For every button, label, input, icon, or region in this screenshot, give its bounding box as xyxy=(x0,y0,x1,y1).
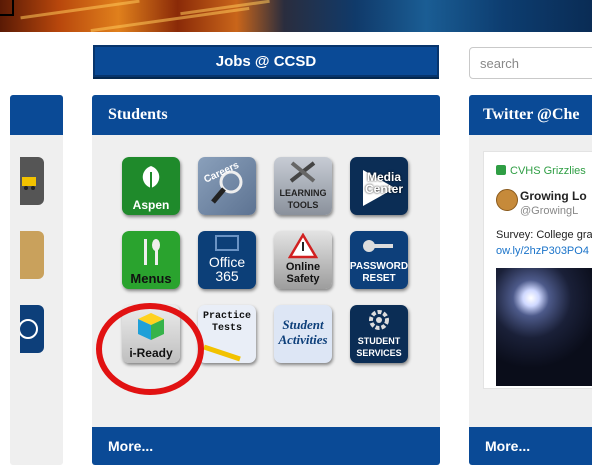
password-reset-tile[interactable]: PASSWORD RESET xyxy=(350,231,408,289)
online-safety-tile[interactable]: Online Safety xyxy=(274,231,332,289)
student-activities-tile[interactable]: Student Activities xyxy=(274,305,332,363)
twitter-panel-title: Twitter @Che xyxy=(469,95,592,135)
menus-label: Menus xyxy=(130,271,172,286)
gear-icon xyxy=(350,305,408,335)
student-services-tile[interactable]: STUDENT SERVICES xyxy=(350,305,408,363)
learning-tools-label: LEARNING TOOLS xyxy=(279,188,327,210)
avatar xyxy=(496,189,518,211)
twitter-panel: Twitter @Che CVHS Grizzlies Growing Lo @… xyxy=(469,95,592,465)
student-activities-label: Student Activities xyxy=(278,317,328,347)
jobs-ccsd-button[interactable]: Jobs @ CCSD xyxy=(93,45,439,77)
tweet-image[interactable] xyxy=(496,268,592,386)
careers-tile[interactable]: Careers xyxy=(198,157,256,215)
highlight-circle xyxy=(96,303,204,395)
header-banner-image xyxy=(0,0,592,32)
tweet-user-name[interactable]: Growing Lo xyxy=(520,189,587,203)
student-services-label: STUDENT SERVICES xyxy=(356,336,402,358)
office-365-label: Office 365 xyxy=(208,254,246,284)
tweet-link[interactable]: ow.ly/2hzP303PO4 xyxy=(496,245,589,257)
retweet-icon xyxy=(496,165,506,175)
left-panel-header xyxy=(10,95,63,135)
students-panel-title: Students xyxy=(92,95,440,135)
aspen-label: Aspen xyxy=(132,198,170,212)
office-365-tile[interactable]: Office 365 xyxy=(198,231,256,289)
key-icon xyxy=(350,231,408,261)
practice-tests-label: Practice Tests xyxy=(202,311,251,334)
aspen-leaf-icon xyxy=(122,157,180,199)
bus-tile[interactable] xyxy=(20,157,44,205)
handbook-tile[interactable] xyxy=(20,231,44,279)
improvement-plans-tile[interactable] xyxy=(18,305,44,353)
tweet-text: Survey: College gra xyxy=(496,229,592,241)
media-center-tile[interactable]: Media Center xyxy=(350,157,408,215)
pencil-icon xyxy=(198,339,256,363)
warning-icon xyxy=(274,231,332,261)
practice-tests-tile[interactable]: Practice Tests xyxy=(198,305,256,363)
aspen-tile[interactable]: Aspen xyxy=(122,157,180,215)
office-icon xyxy=(198,231,256,255)
search-input[interactable] xyxy=(469,47,592,79)
menus-tile[interactable]: Menus xyxy=(122,231,180,289)
students-more-link[interactable]: More... xyxy=(92,427,440,465)
fork-spoon-icon xyxy=(122,231,180,273)
tweet-card[interactable]: CVHS Grizzlies Growing Lo @GrowingL Surv… xyxy=(483,151,592,389)
twitter-more-link[interactable]: More... xyxy=(469,427,592,465)
students-panel: Students Aspen Careers LEARNING TOOLS Me… xyxy=(92,95,440,465)
corner-mark xyxy=(0,0,14,16)
tools-icon xyxy=(274,157,332,187)
learning-tools-tile[interactable]: LEARNING TOOLS xyxy=(274,157,332,215)
tweet-retweeter: CVHS Grizzlies xyxy=(510,165,586,177)
online-safety-label: Online Safety xyxy=(285,261,321,285)
left-panel xyxy=(10,95,63,465)
media-center-label: Media Center xyxy=(364,170,403,196)
password-reset-label: PASSWORD RESET xyxy=(350,261,408,284)
tweet-handle[interactable]: @GrowingL xyxy=(520,205,578,217)
